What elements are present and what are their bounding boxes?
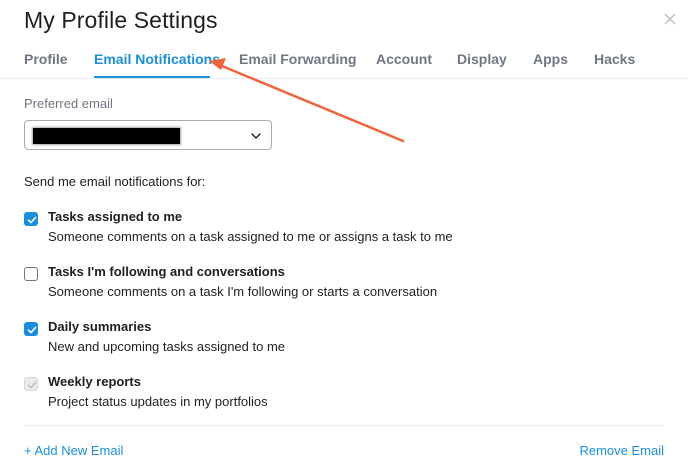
notification-option: Tasks assigned to me Someone comments on… bbox=[24, 209, 644, 253]
tab-email-forwarding[interactable]: Email Forwarding bbox=[239, 51, 356, 67]
profile-settings-dialog: My Profile Settings Profile Email Notifi… bbox=[0, 0, 688, 470]
option-title: Tasks I'm following and conversations bbox=[48, 264, 285, 279]
tab-account[interactable]: Account bbox=[376, 51, 432, 67]
footer-divider bbox=[24, 425, 664, 426]
tasks-following-checkbox[interactable] bbox=[24, 267, 38, 281]
option-description: Someone comments on a task assigned to m… bbox=[48, 229, 453, 244]
close-icon[interactable] bbox=[660, 9, 680, 29]
checkmark-icon bbox=[27, 326, 37, 334]
option-title: Tasks assigned to me bbox=[48, 209, 183, 224]
dialog-title: My Profile Settings bbox=[24, 7, 218, 33]
weekly-reports-checkbox bbox=[24, 377, 38, 391]
active-tab-indicator bbox=[94, 76, 210, 78]
chevron-down-icon bbox=[251, 133, 261, 139]
notification-option: Tasks I'm following and conversations So… bbox=[24, 264, 644, 308]
checkmark-icon bbox=[27, 216, 37, 224]
tab-display[interactable]: Display bbox=[457, 51, 507, 67]
tab-bar: Profile Email Notifications Email Forwar… bbox=[0, 44, 688, 79]
tab-apps[interactable]: Apps bbox=[533, 51, 568, 67]
add-new-email-link[interactable]: + Add New Email bbox=[24, 443, 123, 458]
notifications-section-title: Send me email notifications for: bbox=[24, 174, 206, 189]
tab-email-notifications[interactable]: Email Notifications bbox=[94, 51, 220, 67]
tab-hacks[interactable]: Hacks bbox=[594, 51, 635, 67]
option-title: Daily summaries bbox=[48, 319, 152, 334]
tasks-assigned-checkbox[interactable] bbox=[24, 212, 38, 226]
option-description: Project status updates in my portfolios bbox=[48, 394, 268, 409]
daily-summaries-checkbox[interactable] bbox=[24, 322, 38, 336]
option-title: Weekly reports bbox=[48, 374, 141, 389]
notification-option: Daily summaries New and upcoming tasks a… bbox=[24, 319, 644, 363]
checkmark-icon bbox=[27, 381, 37, 389]
remove-email-link[interactable]: Remove Email bbox=[579, 443, 664, 458]
notification-option: Weekly reports Project status updates in… bbox=[24, 374, 644, 418]
preferred-email-label: Preferred email bbox=[24, 96, 113, 111]
option-description: New and upcoming tasks assigned to me bbox=[48, 339, 286, 354]
redacted-email-value bbox=[33, 128, 180, 144]
option-description: Someone comments on a task I'm following… bbox=[48, 284, 438, 299]
preferred-email-select[interactable] bbox=[24, 120, 272, 150]
tab-profile[interactable]: Profile bbox=[24, 51, 68, 67]
